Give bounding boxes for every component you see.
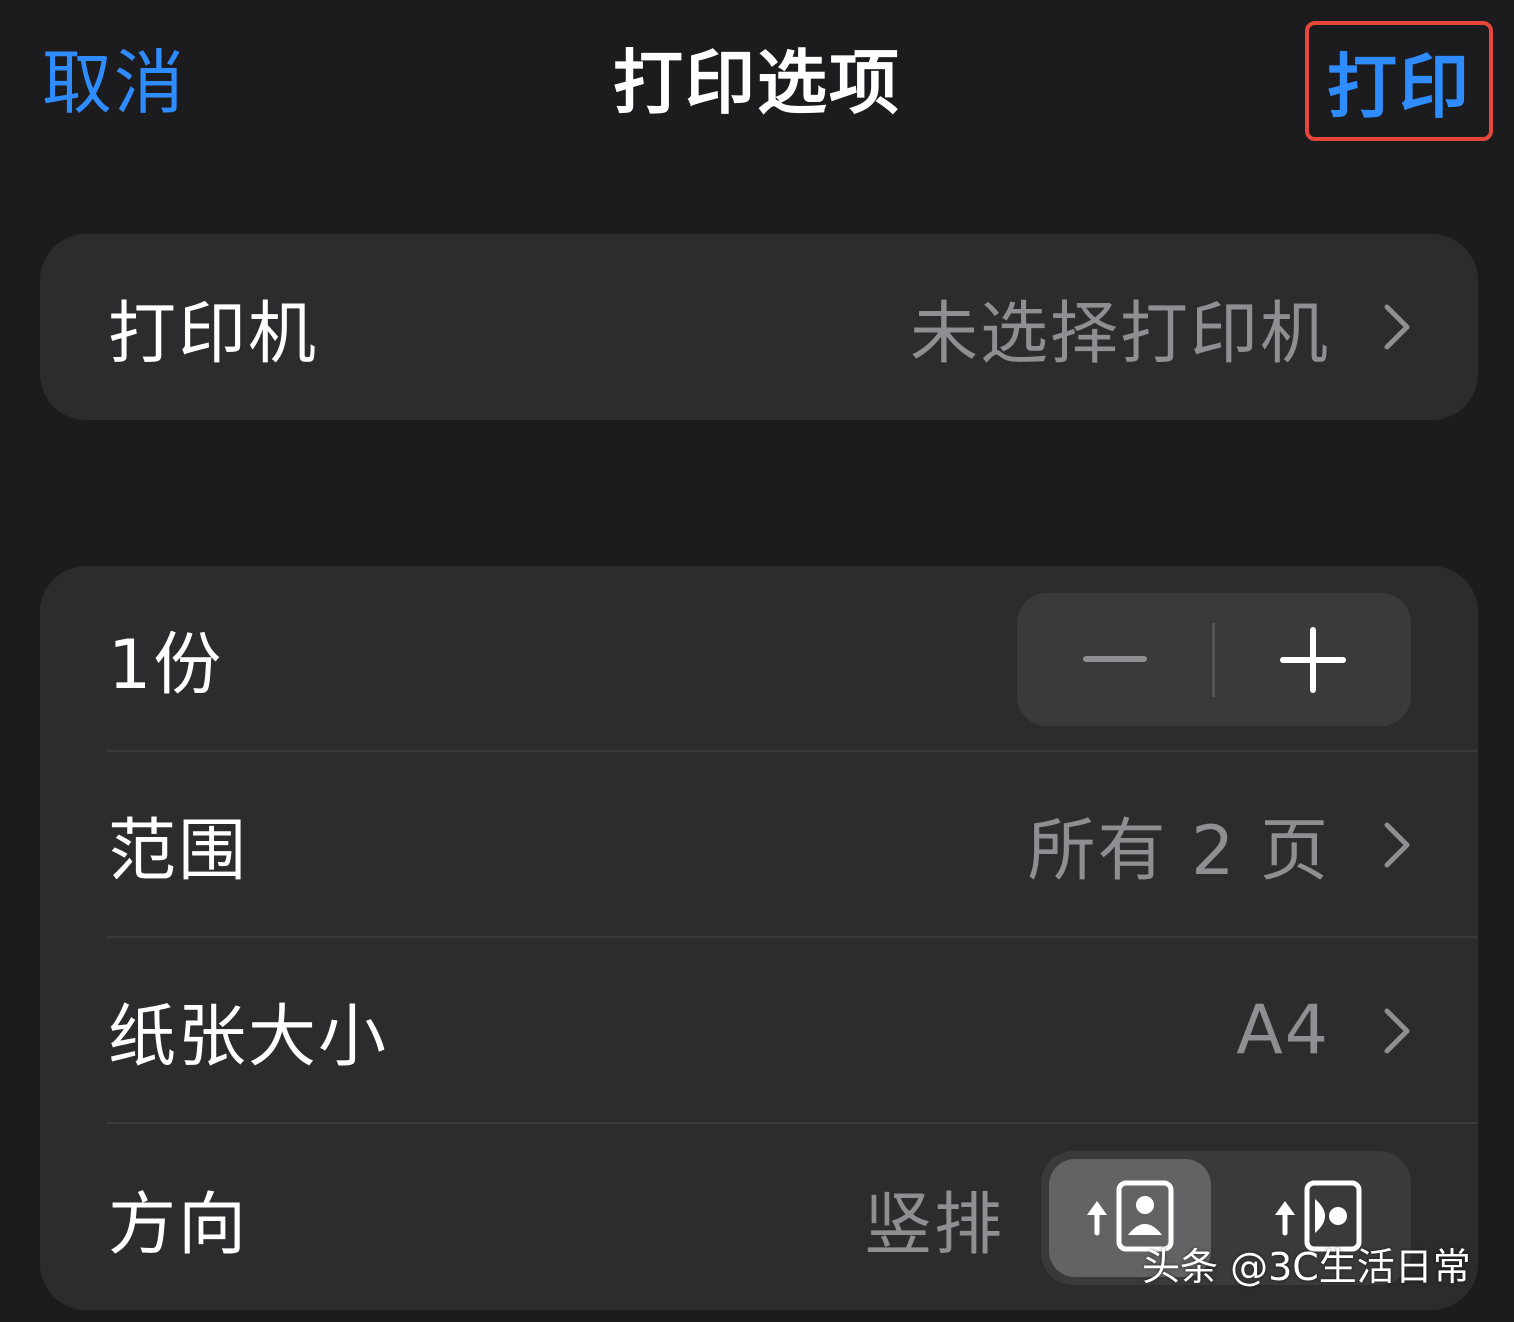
increment-button[interactable] xyxy=(1215,593,1411,726)
print-button[interactable]: 打印 xyxy=(1305,21,1493,141)
paper-size-row[interactable]: 纸张大小 A4 xyxy=(40,938,1478,1123)
printer-row[interactable]: 打印机 未选择打印机 xyxy=(40,234,1478,420)
paper-size-label: 纸张大小 xyxy=(108,998,389,1077)
printer-value: 未选择打印机 xyxy=(909,294,1330,374)
printer-card: 打印机 未选择打印机 xyxy=(40,234,1478,420)
chevron-right-icon xyxy=(1384,1008,1410,1053)
copies-stepper[interactable] xyxy=(1017,593,1411,726)
paper-size-value: A4 xyxy=(1236,991,1330,1070)
decrement-button[interactable] xyxy=(1017,593,1213,726)
orientation-label: 方向 xyxy=(108,1185,249,1265)
copies-label: 1份 xyxy=(108,626,224,705)
copies-row: 1份 xyxy=(40,566,1478,751)
page-title: 打印选项 xyxy=(613,42,901,124)
range-label: 范围 xyxy=(108,812,249,891)
plus-icon xyxy=(1280,627,1346,693)
print-options-card: 1份 范围 所有 2 页 纸张大小 A4 方向 竖排 xyxy=(40,566,1478,1310)
printer-label: 打印机 xyxy=(108,294,319,374)
orientation-value: 竖排 xyxy=(864,1185,1005,1265)
minus-icon xyxy=(1083,656,1147,662)
chevron-right-icon xyxy=(1384,822,1410,867)
print-button-label: 打印 xyxy=(1327,45,1471,128)
chevron-right-icon xyxy=(1384,304,1410,350)
watermark: 头条 @3C生活日常 xyxy=(1142,1245,1471,1289)
range-row[interactable]: 范围 所有 2 页 xyxy=(40,752,1478,937)
range-value: 所有 2 页 xyxy=(1027,812,1330,891)
